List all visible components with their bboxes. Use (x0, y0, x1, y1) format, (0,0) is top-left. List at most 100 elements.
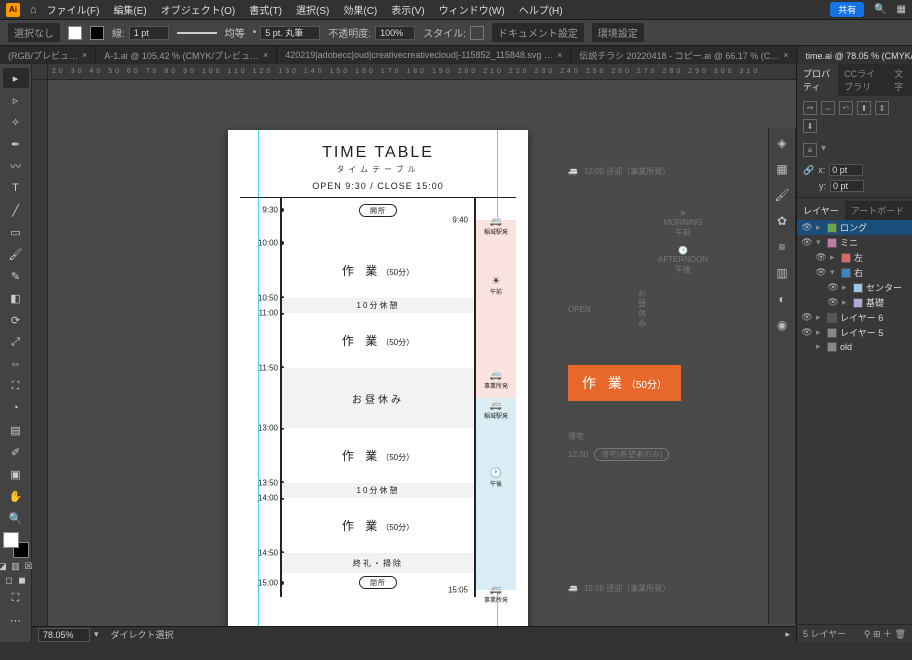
align-right-icon[interactable]: ⬿ (839, 101, 853, 115)
color-mode-icon[interactable]: ◪ (0, 560, 9, 572)
opacity-input[interactable] (375, 26, 415, 40)
type-tool[interactable]: T (3, 178, 29, 198)
align-top-icon[interactable]: ⬆ (857, 101, 871, 115)
eraser-tool[interactable]: ◧ (3, 288, 29, 308)
share-button[interactable]: 共有 (830, 2, 864, 17)
menu-effect[interactable]: 効果(C) (343, 2, 377, 17)
menu-edit[interactable]: 編集(E) (113, 2, 146, 17)
draw-behind-icon[interactable]: ◼ (16, 574, 28, 586)
link-icon[interactable]: 🔗 (803, 165, 814, 176)
line-tool[interactable]: ╱ (3, 200, 29, 220)
stroke-style-icon[interactable] (177, 32, 217, 34)
layer-row[interactable]: 👁▸センター (797, 280, 912, 295)
stroke-width-input[interactable] (129, 26, 169, 40)
artboard-timetable[interactable]: TIME TABLE タイムテーブル OPEN 9:30 / CLOSE 15:… (228, 130, 528, 626)
distribute-icon[interactable]: ≡ (803, 143, 817, 157)
doc-tab[interactable]: A-1.ai @ 105.42 % (CMYK/プレビュ…× (96, 46, 277, 64)
tab-properties[interactable]: プロパティ (797, 64, 838, 96)
transparency-panel-icon[interactable]: ◐ (773, 290, 791, 308)
nav-icon[interactable]: ▸ (785, 629, 790, 640)
doc-tab-active[interactable]: time.ai @ 78.05 % (CMYK/プレビュー)× (798, 46, 912, 64)
ruler-origin[interactable] (32, 64, 48, 80)
layer-row[interactable]: 👁▸レイヤー 5 (797, 325, 912, 340)
direct-select-tool[interactable]: ▹ (3, 90, 29, 110)
symbol-panel-icon[interactable]: ✿ (773, 212, 791, 230)
chevron-down-icon[interactable]: ▾ (94, 629, 99, 640)
draw-normal-icon[interactable]: ◻ (3, 574, 15, 586)
appearance-panel-icon[interactable]: ◉ (773, 316, 791, 334)
zoom-input[interactable] (38, 628, 90, 642)
doc-tab[interactable]: 伝説チラシ 20220418 - コピー.ai @ 66.17 % (C…× (571, 46, 797, 64)
locate-icon[interactable]: ⚲ (864, 629, 871, 639)
selection-tool[interactable]: ▸ (3, 68, 29, 88)
close-icon[interactable]: × (263, 50, 268, 60)
tab-characters[interactable]: 文字 (888, 64, 912, 96)
ruler-vertical[interactable] (32, 80, 48, 642)
tab-cc-libraries[interactable]: CCライブラリ (838, 64, 888, 96)
layer-row[interactable]: 👁▸ロング (797, 220, 912, 235)
rotate-tool[interactable]: ⟳ (3, 310, 29, 330)
style-swatch[interactable] (470, 26, 484, 40)
doc-tab[interactable]: 420219|adobecc|oud|creativecreativecloud… (277, 46, 571, 64)
gradient-tool[interactable]: ▤ (3, 420, 29, 440)
align-left-icon[interactable]: ⬾ (803, 101, 817, 115)
rect-tool[interactable]: ▭ (3, 222, 29, 242)
layer-row[interactable]: 👁▸基礎 (797, 295, 912, 310)
visibility-icon[interactable]: 👁 (801, 222, 813, 233)
curvature-tool[interactable]: 〰 (3, 156, 29, 176)
layer-row[interactable]: 👁▸レイヤー 6 (797, 310, 912, 325)
align-vcenter-icon[interactable]: ⇕ (875, 101, 889, 115)
menu-object[interactable]: オブジェクト(O) (161, 2, 235, 17)
pen-tool[interactable]: ✒ (3, 134, 29, 154)
menu-file[interactable]: ファイル(F) (47, 2, 100, 17)
scale-tool[interactable]: ⤢ (3, 332, 29, 352)
close-icon[interactable]: × (82, 50, 87, 60)
swatch-panel-icon[interactable]: ▦ (773, 160, 791, 178)
width-tool[interactable]: ⇔ (3, 354, 29, 374)
stroke-panel-icon[interactable]: ≡ (773, 238, 791, 256)
brush-panel-icon[interactable]: 🖌 (773, 186, 791, 204)
uniform-label[interactable]: 均等 (225, 25, 245, 40)
shape-builder-tool[interactable]: ◔ (3, 398, 29, 418)
close-icon[interactable]: × (783, 50, 788, 60)
delete-layer-icon[interactable]: 🗑 (895, 629, 906, 639)
close-icon[interactable]: × (557, 50, 562, 60)
tab-layers[interactable]: レイヤー (797, 201, 845, 220)
layer-row[interactable]: 👁▸左 (797, 250, 912, 265)
fill-stroke-swatch[interactable] (3, 532, 29, 558)
canvas-area[interactable]: 20 30 40 50 60 70 80 90 100 110 120 130 … (32, 64, 796, 642)
layer-row[interactable]: 👁▾右 (797, 265, 912, 280)
screen-mode-icon[interactable]: ⛶ (3, 588, 29, 608)
artboard-tool[interactable]: ▣ (3, 464, 29, 484)
y-input[interactable] (830, 180, 864, 192)
arrange-icon[interactable]: ▦ (897, 4, 906, 15)
layer-row[interactable]: ▸old (797, 340, 912, 353)
eyedropper-tool[interactable]: ✐ (3, 442, 29, 462)
new-sublayer-icon[interactable]: ⊞ (873, 629, 881, 639)
env-setup-button[interactable]: 環境設定 (592, 23, 644, 42)
tab-artboards[interactable]: アートボード (845, 201, 910, 220)
gradient-mode-icon[interactable]: ▥ (10, 560, 22, 572)
doc-setup-button[interactable]: ドキュメント設定 (492, 23, 584, 42)
edit-toolbar-icon[interactable]: ⋯ (3, 610, 29, 630)
brush-input[interactable] (260, 26, 320, 40)
layer-row[interactable]: 👁▾ミニ (797, 235, 912, 250)
hand-tool[interactable]: ✋ (3, 486, 29, 506)
stroke-swatch-icon[interactable] (90, 26, 104, 40)
menu-select[interactable]: 選択(S) (296, 2, 329, 17)
doc-tab[interactable]: (RGB/プレビュ…× (0, 46, 96, 64)
menu-view[interactable]: 表示(V) (391, 2, 424, 17)
align-bottom-icon[interactable]: ⬇ (803, 119, 817, 133)
brush-tool[interactable]: 🖌 (3, 244, 29, 264)
menu-window[interactable]: ウィンドウ(W) (439, 2, 505, 17)
wand-tool[interactable]: ✧ (3, 112, 29, 132)
color-panel-icon[interactable]: ◈ (773, 134, 791, 152)
fill-swatch-icon[interactable] (68, 26, 82, 40)
ruler-horizontal[interactable]: 20 30 40 50 60 70 80 90 100 110 120 130 … (48, 64, 796, 80)
menu-help[interactable]: ヘルプ(H) (519, 2, 563, 17)
shaper-tool[interactable]: ✎ (3, 266, 29, 286)
free-transform-tool[interactable]: ⛶ (3, 376, 29, 396)
zoom-tool[interactable]: 🔍 (3, 508, 29, 528)
x-input[interactable] (829, 164, 863, 176)
new-layer-icon[interactable]: ＋ (883, 629, 892, 639)
